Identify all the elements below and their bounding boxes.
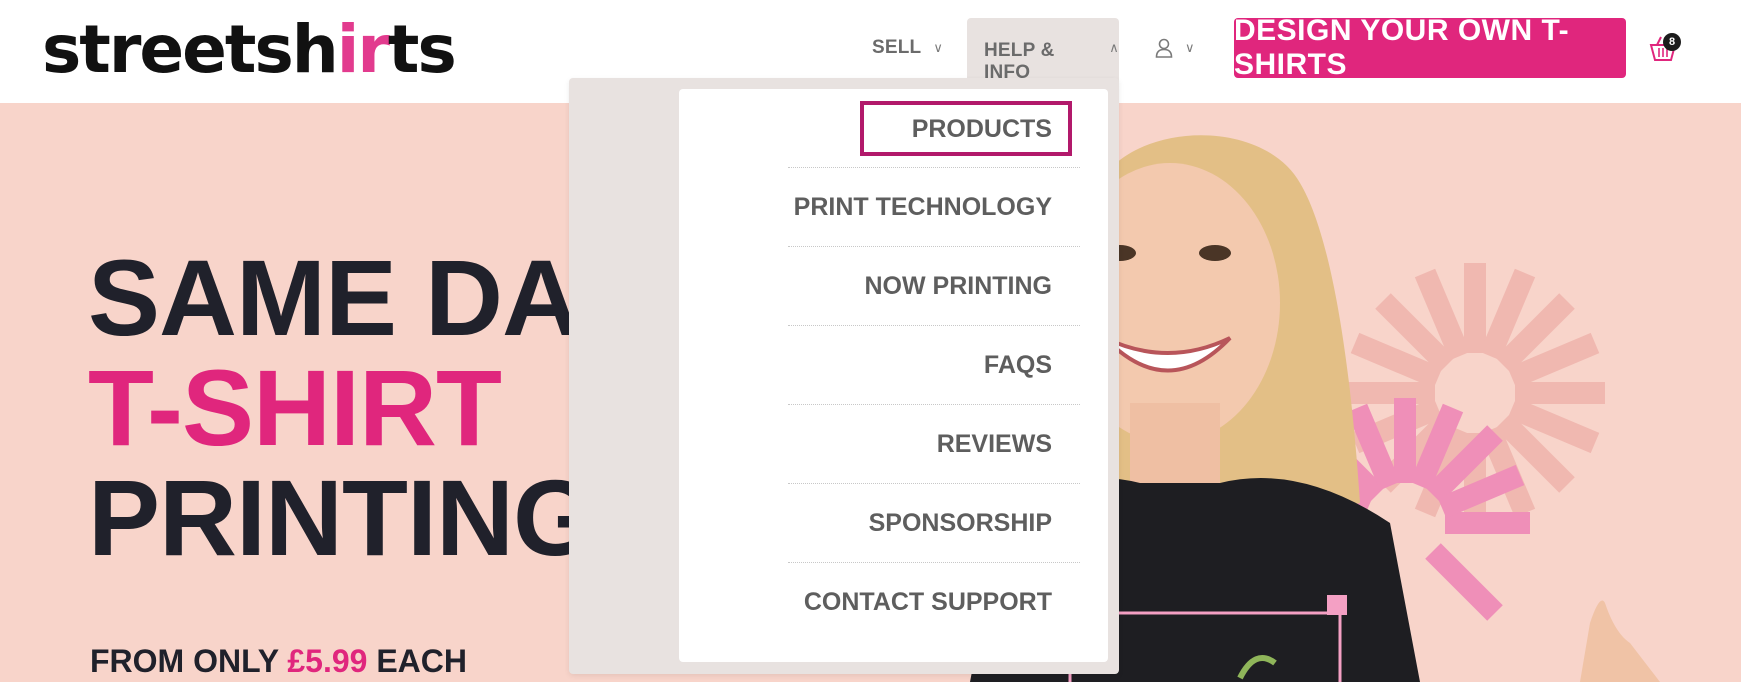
menu-item-contact-support[interactable]: CONTACT SUPPORT xyxy=(788,563,1080,642)
help-info-menu: PRODUCTS PRINT TECHNOLOGY NOW PRINTING F… xyxy=(679,89,1108,662)
hero-price-line: FROM ONLY £5.99 EACH xyxy=(90,643,467,680)
user-icon xyxy=(1155,38,1173,58)
price-suffix: EACH xyxy=(376,643,467,679)
menu-item-label: PRINT TECHNOLOGY xyxy=(793,192,1052,221)
menu-item-label: NOW PRINTING xyxy=(864,271,1053,300)
design-your-own-button[interactable]: DESIGN YOUR OWN T-SHIRTS xyxy=(1234,14,1626,81)
hero-headline-line1: SAME DAY xyxy=(88,237,641,358)
hero-headline-line2: T-SHIRT xyxy=(88,347,502,468)
chevron-down-icon: ∨ xyxy=(1185,40,1195,55)
menu-item-faqs[interactable]: FAQS xyxy=(788,326,1080,405)
menu-item-label: SPONSORSHIP xyxy=(868,508,1052,537)
basket-count-badge: 8 xyxy=(1663,33,1681,51)
chevron-down-icon: ∨ xyxy=(933,40,944,55)
chevron-up-icon: ∧ xyxy=(1109,40,1119,55)
menu-item-label: CONTACT SUPPORT xyxy=(803,588,1052,616)
menu-item-label: FAQS xyxy=(983,350,1052,379)
menu-item-sponsorship[interactable]: SPONSORSHIP xyxy=(788,484,1080,563)
price-prefix: FROM ONLY xyxy=(90,643,279,679)
menu-item-print-technology[interactable]: PRINT TECHNOLOGY xyxy=(788,168,1080,247)
menu-item-reviews[interactable]: REVIEWS xyxy=(788,405,1080,484)
nav-account[interactable]: ∨ xyxy=(1155,18,1195,78)
menu-item-label: REVIEWS xyxy=(936,429,1052,458)
nav-sell[interactable]: SELL ∨ xyxy=(872,18,943,78)
price-value: £5.99 xyxy=(287,643,368,679)
menu-item-products[interactable]: PRODUCTS xyxy=(788,89,1080,168)
menu-item-label: PRODUCTS xyxy=(859,100,1072,156)
nav-sell-label: SELL xyxy=(872,37,922,58)
hero-headline-line3: PRINTING! xyxy=(88,457,632,578)
menu-item-now-printing[interactable]: NOW PRINTING xyxy=(788,247,1080,326)
hero-headline: SAME DAY T-SHIRT PRINTING! xyxy=(88,237,641,578)
